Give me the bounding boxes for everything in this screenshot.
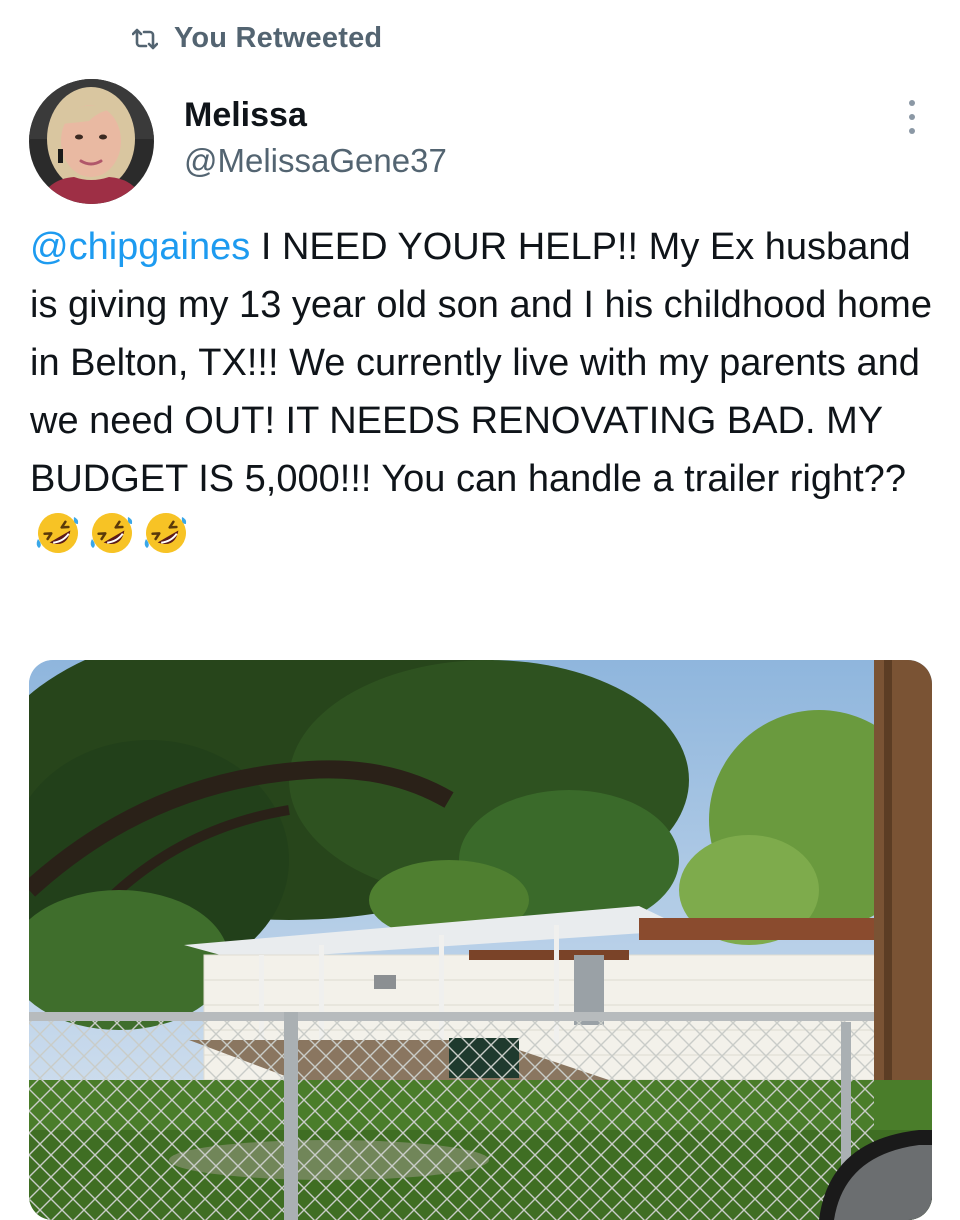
tweet-text: @chipgaines I NEED YOUR HELP!! My Ex hus… [30,218,935,566]
tweet-photo[interactable] [29,660,932,1220]
author-name[interactable]: Melissa [184,96,307,135]
retweet-icon [132,28,158,50]
emoji-group [34,509,190,557]
rolling-on-floor-laughing-icon [142,509,190,557]
rolling-on-floor-laughing-icon [34,509,82,557]
rolling-on-floor-laughing-icon [88,509,136,557]
retweet-context[interactable]: You Retweeted [132,22,382,55]
mention-link[interactable]: @chipgaines [30,226,250,268]
retweet-label: You Retweeted [174,22,383,54]
author-handle[interactable]: @MelissaGene37 [184,142,447,180]
avatar[interactable] [29,79,154,204]
more-vertical-icon[interactable] [900,100,924,134]
